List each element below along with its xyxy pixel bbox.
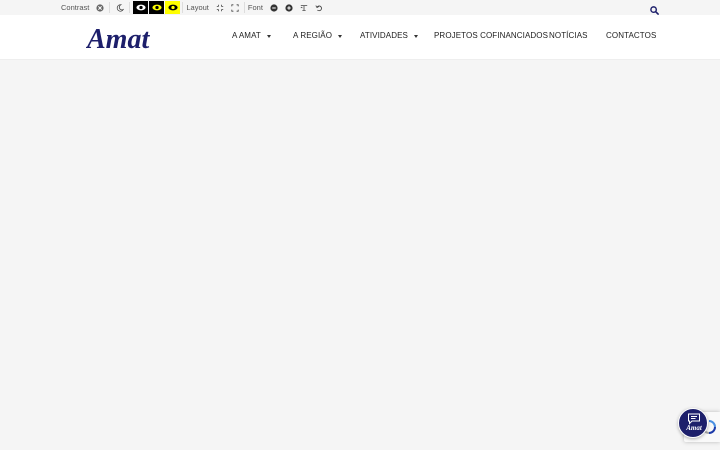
layout-compact-button[interactable] (213, 1, 227, 14)
nav-item-atividades[interactable]: ATIVIDADES (360, 31, 418, 40)
nav-item-a-amat[interactable]: A AMAT (232, 31, 271, 40)
chat-button[interactable]: Amat (678, 408, 708, 438)
caret-down-icon (338, 34, 343, 38)
minus-circle-icon (270, 3, 278, 12)
font-increase-button[interactable] (282, 1, 296, 14)
nav-item-a-regiao[interactable]: A REGIÃO (293, 31, 343, 40)
divider (182, 2, 184, 13)
reset-button[interactable] (312, 1, 326, 14)
nav-item-projetos-cofinanciados[interactable]: PROJETOS COFINANCIADOS (434, 31, 548, 40)
search-button[interactable] (650, 2, 661, 15)
layout-label: Layout (186, 3, 209, 12)
caret-down-icon (413, 34, 418, 38)
high-contrast-black-on-yellow-button[interactable] (165, 1, 181, 14)
main-nav: A AMAT A REGIÃO ATIVIDADES PROJETOS COFI… (0, 15, 720, 60)
dark-mode-button[interactable] (113, 1, 127, 14)
high-contrast-yellow-on-black-button[interactable] (149, 1, 165, 14)
font-decrease-button[interactable] (267, 1, 281, 14)
nav-label: CONTACTOS (606, 31, 657, 40)
nav-item-contactos[interactable]: CONTACTOS (606, 31, 656, 40)
eye-icon (168, 4, 178, 11)
text-height-icon (300, 4, 308, 11)
main-content (0, 60, 720, 450)
contrast-reset-icon (96, 3, 104, 12)
nav-label: ATIVIDADES (360, 31, 408, 40)
compress-icon (216, 4, 224, 11)
divider (109, 2, 111, 13)
accessibility-toolbar: Contrast Layout Font (0, 0, 720, 15)
contrast-default-button[interactable] (93, 1, 107, 14)
nav-label: PROJETOS COFINANCIADOS (434, 31, 549, 40)
nav-item-noticias[interactable]: NOTÍCIAS (549, 31, 588, 40)
eye-icon (152, 4, 162, 11)
contrast-label: Contrast (61, 3, 90, 12)
divider (129, 2, 131, 13)
nav-label: NOTÍCIAS (549, 31, 588, 40)
plus-circle-icon (285, 3, 293, 12)
site-header: Amat A AMAT A REGIÃO ATIVIDADES PROJETOS… (0, 15, 720, 60)
high-contrast-white-button[interactable] (133, 1, 149, 14)
caret-down-icon (266, 34, 271, 38)
nav-label: A AMAT (232, 31, 261, 40)
font-label: Font (247, 3, 263, 12)
font-readable-button[interactable] (297, 1, 311, 14)
undo-icon (315, 4, 322, 11)
layout-wide-button[interactable] (228, 1, 242, 14)
expand-icon (231, 3, 239, 12)
search-icon (650, 6, 659, 15)
divider (243, 2, 245, 13)
accessibility-controls: Contrast Layout Font (61, 0, 327, 15)
moon-icon (117, 3, 125, 12)
eye-icon (136, 4, 146, 11)
nav-label: A REGIÃO (293, 31, 333, 40)
chat-label: Amat (686, 424, 702, 432)
